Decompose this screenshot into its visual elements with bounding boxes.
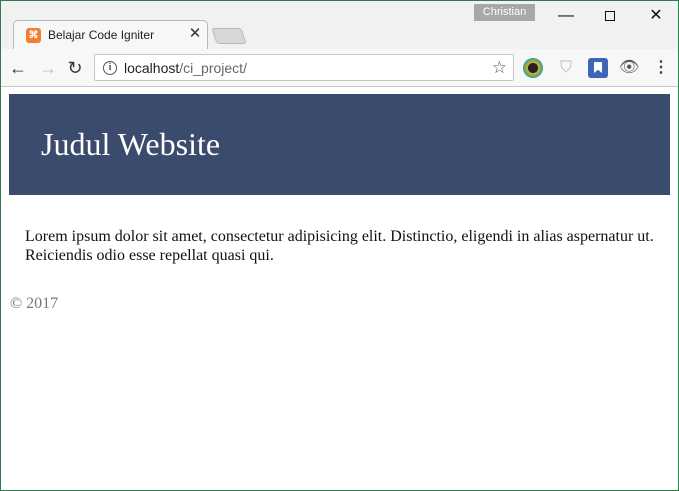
- reload-icon[interactable]: ↻: [63, 56, 87, 80]
- site-info-icon[interactable]: i: [103, 61, 117, 75]
- forward-arrow-icon[interactable]: →: [36, 56, 60, 80]
- browser-toolbar: ← → ↻ i localhost/ci_project/ ☆ ⛉ 👁 ⋮: [1, 49, 678, 87]
- maximize-icon: [605, 10, 615, 21]
- maximize-button[interactable]: [588, 3, 632, 29]
- codeigniter-favicon-icon: ⌘: [26, 28, 41, 43]
- shield-extension-icon[interactable]: ⛉: [556, 58, 576, 78]
- url-path: /ci_project/: [179, 60, 247, 76]
- minimize-button[interactable]: —: [544, 3, 588, 29]
- url-text[interactable]: localhost/ci_project/: [124, 60, 247, 76]
- tab-title: Belajar Code Igniter: [48, 28, 155, 42]
- site-title: Judul Website: [41, 126, 221, 162]
- profile-badge[interactable]: Christian: [474, 4, 535, 21]
- close-window-button[interactable]: ✕: [634, 3, 678, 29]
- page-viewport: Judul Website Lorem ipsum dolor sit amet…: [1, 88, 678, 490]
- bookmark-star-icon[interactable]: ☆: [492, 58, 507, 77]
- new-tab-button[interactable]: [211, 28, 247, 44]
- site-footer: © 2017: [10, 295, 59, 312]
- tab-close-icon[interactable]: ✕: [186, 25, 204, 43]
- back-arrow-icon[interactable]: ←: [6, 56, 30, 80]
- address-bar[interactable]: i localhost/ci_project/ ☆: [94, 54, 514, 81]
- color-wheel-extension-icon[interactable]: [523, 58, 543, 78]
- eye-extension-icon[interactable]: 👁: [619, 58, 639, 78]
- browser-tab[interactable]: ⌘ Belajar Code Igniter ✕: [13, 20, 208, 49]
- site-header: Judul Website: [9, 94, 670, 195]
- browser-menu-icon[interactable]: ⋮: [652, 58, 670, 78]
- site-body-text: Lorem ipsum dolor sit amet, consectetur …: [25, 228, 654, 264]
- bookmark-extension-icon[interactable]: [588, 58, 608, 78]
- browser-window: ⌘ Belajar Code Igniter ✕ Christian — ✕ ←…: [0, 0, 679, 491]
- url-host: localhost: [124, 60, 180, 76]
- title-bar: ⌘ Belajar Code Igniter ✕ Christian — ✕: [1, 1, 678, 49]
